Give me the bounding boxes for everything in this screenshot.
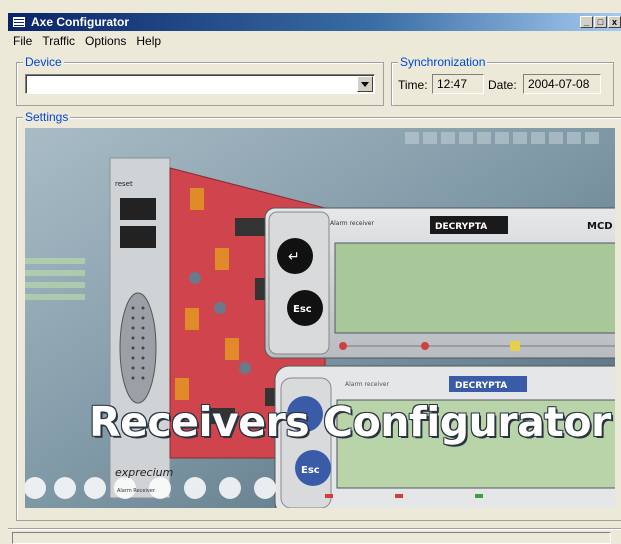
receiver-label-2: Alarm receiver	[345, 381, 389, 388]
settings-banner-image: reset exprecium Alarm Receiver Alarm rec…	[25, 128, 615, 508]
menu-help[interactable]: Help	[131, 34, 166, 48]
settings-legend: Settings	[23, 110, 71, 124]
close-button[interactable]: x	[608, 16, 621, 28]
window-title: Axe Configurator	[31, 15, 130, 29]
receiver-brand-1: DECRYPTA	[435, 222, 487, 232]
receivers-illustration: reset exprecium Alarm Receiver Alarm rec…	[25, 128, 615, 508]
sync-group: Synchronization Time: 12:47 Date: 2004-0…	[391, 55, 614, 106]
time-field: 12:47	[432, 74, 484, 94]
menu-file[interactable]: File	[8, 34, 37, 48]
card-label-reset: reset	[115, 180, 133, 188]
device-legend: Device	[23, 55, 64, 69]
date-field: 2004-07-08	[523, 74, 601, 94]
card-label-alarm: Alarm Receiver	[117, 488, 156, 494]
receiver-brand-2: DECRYPTA	[455, 381, 507, 391]
card-brand-text: exprecium	[115, 466, 173, 479]
device-dropdown-button[interactable]	[357, 76, 373, 92]
enter-button-glyph: ↵	[288, 249, 300, 265]
time-label: Time:	[398, 78, 428, 92]
device-select[interactable]	[25, 74, 375, 94]
menu-options[interactable]: Options	[80, 34, 131, 48]
device-group: Device	[16, 55, 384, 106]
app-icon	[13, 17, 25, 27]
settings-group: Settings reset exprecium Alarm Receiver …	[16, 110, 621, 521]
esc-button-glyph-2: Esc	[301, 465, 320, 476]
date-label: Date:	[488, 78, 517, 92]
banner-title: Receivers Configurator	[89, 398, 611, 446]
receiver-label-1: Alarm receiver	[330, 220, 374, 227]
status-panel	[12, 532, 611, 544]
receiver-model: MCD	[587, 221, 613, 232]
esc-button-glyph: Esc	[293, 304, 312, 315]
window-titlebar: Axe Configurator _ □ x	[8, 13, 621, 31]
maximize-button[interactable]: □	[594, 16, 607, 28]
sync-legend: Synchronization	[398, 55, 488, 69]
chevron-down-icon	[361, 81, 369, 87]
minimize-button[interactable]: _	[580, 16, 593, 28]
menu-traffic[interactable]: Traffic	[37, 34, 80, 48]
status-bar	[8, 528, 621, 544]
menu-bar: File Traffic Options Help	[8, 32, 621, 50]
